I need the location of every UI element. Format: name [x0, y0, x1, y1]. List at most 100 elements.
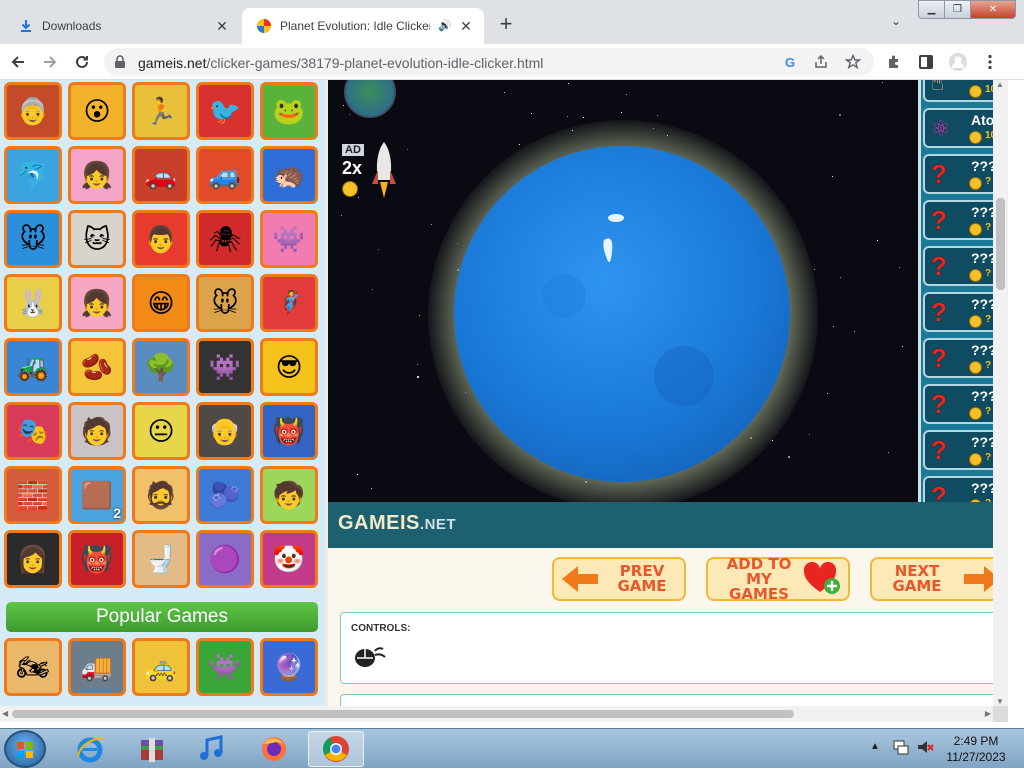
game-thumbnail-subway[interactable]: 🏃: [132, 82, 190, 140]
extensions-puzzle-icon[interactable]: [884, 52, 904, 72]
internet-explorer-icon[interactable]: [62, 731, 118, 767]
menu-kebab-icon[interactable]: [980, 52, 1000, 72]
earth-planet-icon[interactable]: [344, 80, 396, 118]
game-thumbnail-smile[interactable]: 😁: [132, 274, 190, 332]
game-thumbnail-anime[interactable]: 🧑: [68, 402, 126, 460]
network-icon[interactable]: [892, 738, 910, 761]
game-thumbnail-granny2[interactable]: 👴: [196, 402, 254, 460]
tab-planet-evolution[interactable]: Planet Evolution: Idle Clicker 🔊 ✕: [242, 8, 484, 44]
minimize-button[interactable]: ▁: [918, 0, 945, 19]
game-thumbnail-titans[interactable]: 🦸: [260, 274, 318, 332]
game-thumbnail-lego[interactable]: 😮: [68, 82, 126, 140]
game-thumbnail-tractor[interactable]: 🚜: [4, 338, 62, 396]
tab-downloads[interactable]: Downloads ✕: [4, 8, 240, 44]
game-thumbnail-neighbor[interactable]: 🧔: [132, 466, 190, 524]
vertical-scroll-thumb[interactable]: [996, 198, 1005, 290]
game-thumbnail-truck[interactable]: 🚚: [68, 638, 126, 696]
tab-search-chevron-icon[interactable]: ⌄: [884, 14, 908, 34]
star: [899, 267, 900, 268]
profile-avatar[interactable]: [948, 52, 968, 72]
game-canvas[interactable]: AD 2x ☝ 10 ⚛ Ato 10?????????????????????????…: [328, 80, 1008, 502]
gameis-logo[interactable]: GAMEIS.NET: [338, 512, 456, 535]
mouse-thumbnail-image: 🐭: [19, 223, 47, 254]
game-thumbnail-among-us-2[interactable]: 👾: [196, 638, 254, 696]
url-text[interactable]: gameis.net/clicker-games/38179-planet-ev…: [138, 55, 543, 71]
game-thumbnail-noob[interactable]: 🟫 2: [68, 466, 126, 524]
game-thumbnail-blaze[interactable]: 🚙: [196, 146, 254, 204]
close-tab-icon[interactable]: ✕: [214, 18, 230, 34]
game-thumbnail-tom-jerry[interactable]: 🐭: [196, 274, 254, 332]
game-thumbnail-princess[interactable]: 👧: [68, 146, 126, 204]
add-to-my-games-button[interactable]: ADD TO MY GAMES: [706, 556, 850, 601]
game-thumbnail-angry-bird[interactable]: 🐦: [196, 82, 254, 140]
game-thumbnail-cars[interactable]: 🚗: [132, 146, 190, 204]
maximize-button[interactable]: ❐: [944, 0, 971, 19]
reload-button[interactable]: [70, 50, 94, 74]
game-thumbnail-girl[interactable]: 👧: [68, 274, 126, 332]
game-thumbnail-huggy[interactable]: 👹: [260, 402, 318, 460]
taskbar-clock[interactable]: 2:49 PM 11/27/2023: [940, 733, 1012, 765]
game-thumbnail-squid[interactable]: 🎭: [4, 402, 62, 460]
game-thumbnail-taxi[interactable]: 🚕: [132, 638, 190, 696]
tray-expand-chevron-icon[interactable]: ▲: [870, 741, 880, 752]
speaker-icon[interactable]: 🔊: [438, 19, 452, 32]
scroll-up-icon[interactable]: ▲: [996, 80, 1004, 89]
scroll-right-icon[interactable]: ▶: [985, 709, 991, 718]
lock-icon[interactable]: [114, 55, 126, 74]
music-player-icon[interactable]: [184, 731, 240, 767]
game-thumbnail-mario[interactable]: 👨: [132, 210, 190, 268]
game-thumbnail-baldi[interactable]: 😐: [132, 402, 190, 460]
horizontal-scrollbar[interactable]: ◀ ▶: [0, 706, 993, 722]
rocket-icon[interactable]: [372, 140, 396, 200]
coin-icon: [342, 181, 358, 197]
address-bar[interactable]: gameis.net/clicker-games/38179-planet-ev…: [104, 48, 874, 76]
ad-boost-button[interactable]: AD 2x: [342, 140, 364, 197]
archive-app-icon[interactable]: [124, 731, 180, 767]
game-thumbnail-bubble[interactable]: 🔮: [260, 638, 318, 696]
horizontal-scroll-thumb[interactable]: [12, 710, 794, 718]
side-panel-icon[interactable]: [916, 52, 936, 72]
back-button[interactable]: [6, 50, 30, 74]
start-button[interactable]: [4, 730, 46, 768]
game-thumbnail-circus[interactable]: 🤡: [260, 530, 318, 588]
game-thumbnail-rabbit[interactable]: 🐰: [4, 274, 62, 332]
game-thumbnail-red-monster[interactable]: 👹: [68, 530, 126, 588]
game-thumbnail-bikes[interactable]: 🏍: [4, 638, 62, 696]
game-thumbnail-sonic[interactable]: 🦔: [260, 146, 318, 204]
forward-button[interactable]: [38, 50, 62, 74]
game-thumbnail-pink-monster[interactable]: 👾: [260, 210, 318, 268]
game-thumbnail-spiderman[interactable]: 🕷: [196, 210, 254, 268]
next-game-button[interactable]: NEXT GAME: [870, 557, 1008, 601]
game-thumbnail-wednesday[interactable]: 👩: [4, 530, 62, 588]
tom-jerry-thumbnail-image: 🐭: [211, 287, 239, 318]
game-thumbnail-mouse[interactable]: 🐭: [4, 210, 62, 268]
firefox-icon[interactable]: [246, 731, 302, 767]
volume-muted-icon[interactable]: [916, 738, 934, 761]
google-translate-icon[interactable]: G: [782, 53, 800, 71]
game-thumbnail-tree-monster[interactable]: 🌳: [132, 338, 190, 396]
game-thumbnail-granny[interactable]: 👵: [4, 82, 62, 140]
game-thumbnail-cut-the-rope[interactable]: 🐸: [260, 82, 318, 140]
prev-game-button[interactable]: PREV GAME: [552, 557, 686, 601]
granny-thumbnail-image: 👵: [16, 95, 50, 126]
game-thumbnail-among-us[interactable]: 👾: [196, 338, 254, 396]
game-thumbnail-brawl[interactable]: 😎: [260, 338, 318, 396]
game-thumbnail-cat[interactable]: 🐱: [68, 210, 126, 268]
game-thumbnail-roblox[interactable]: 🧱: [4, 466, 62, 524]
close-window-button[interactable]: ✕: [970, 0, 1016, 19]
scroll-left-icon[interactable]: ◀: [2, 709, 8, 718]
game-thumbnail-skibidi[interactable]: 🚽: [132, 530, 190, 588]
new-tab-button[interactable]: +: [494, 13, 518, 37]
game-thumbnail-toca[interactable]: 🧒: [260, 466, 318, 524]
planet-button[interactable]: [454, 146, 790, 482]
scroll-down-icon[interactable]: ▼: [996, 697, 1004, 706]
game-thumbnail-dolphin[interactable]: 🐬: [4, 146, 62, 204]
game-thumbnail-grimace[interactable]: 🟣: [196, 530, 254, 588]
game-thumbnail-rainbow[interactable]: 🫐: [196, 466, 254, 524]
game-thumbnail-fall-guys[interactable]: 🫘: [68, 338, 126, 396]
bookmark-star-icon[interactable]: [844, 53, 862, 71]
close-tab-icon[interactable]: ✕: [458, 18, 474, 34]
vertical-scrollbar[interactable]: ▲ ▼: [993, 80, 1008, 706]
chrome-taskbar-icon[interactable]: [308, 731, 364, 767]
share-icon[interactable]: [812, 53, 830, 71]
